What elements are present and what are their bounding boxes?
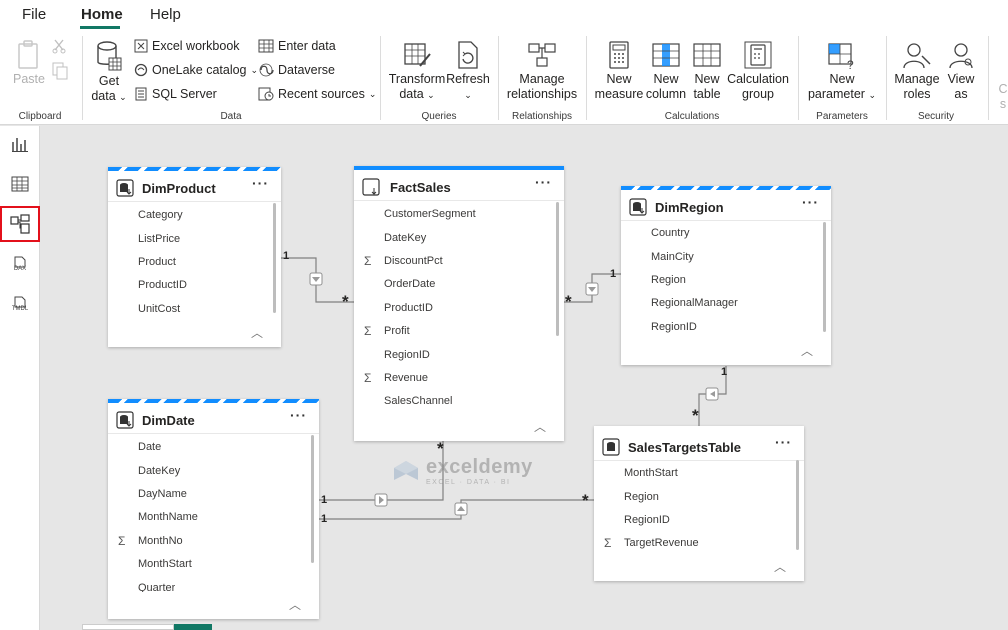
sigma-icon: Σ [364,324,372,338]
collapse-chevron-icon[interactable]: ︿ [289,596,301,613]
sigma-icon: Σ [364,371,372,385]
sigma-icon: Σ [118,534,126,548]
collapse-chevron-icon[interactable]: ︿ [801,342,813,359]
sigma-icon: Σ [604,536,612,550]
more-options-icon[interactable]: ··· [252,175,269,191]
table-card-factsales[interactable]: FactSales ··· CustomerSegment DateKey Σ … [354,166,564,441]
collapse-chevron-icon[interactable]: ︿ [774,558,786,575]
collapse-chevron-icon[interactable]: ︿ [251,324,263,341]
table-card-dimregion[interactable]: DimRegion ··· Country MainCity Region Re… [621,186,831,365]
field-item[interactable]: RegionID [651,321,697,333]
table-name: SalesTargetsTable [628,439,741,455]
field-item[interactable]: MonthStart [624,467,678,479]
field-item[interactable]: Category [138,209,183,221]
field-item[interactable]: ProductID [138,279,187,291]
field-item[interactable]: DiscountPct [384,255,443,267]
cardinality-many: * [582,491,589,510]
table-name: DimDate [142,412,195,428]
field-item[interactable]: ListPrice [138,233,180,245]
scrollbar[interactable] [311,435,314,563]
watermark: exceldemy EXCEL · DATA · BI [392,456,533,486]
collapse-chevron-icon[interactable]: ︿ [534,418,546,435]
exceldemy-logo-icon [394,461,418,480]
field-item[interactable]: RegionID [624,514,670,526]
table-icon [629,198,647,216]
scrollbar[interactable] [796,460,799,550]
add-page-tab[interactable] [174,624,212,630]
card-stripe [621,186,831,190]
card-stripe [108,167,281,171]
table-icon [602,438,620,456]
field-item[interactable]: Region [651,274,686,286]
table-card-dimdate[interactable]: DimDate ··· Date DateKey DayName MonthNa… [108,399,319,619]
divider [108,201,281,202]
table-card-dimproduct[interactable]: DimProduct ··· Category ListPrice Produc… [108,167,281,347]
field-item[interactable]: Country [651,227,690,239]
field-item[interactable]: Date [138,441,161,453]
field-item[interactable]: Product [138,256,176,268]
divider [354,200,564,201]
card-stripe [354,166,564,170]
cardinality-many: * [342,292,349,311]
field-item[interactable]: RegionID [384,349,430,361]
field-item[interactable]: MonthName [138,511,198,523]
field-item[interactable]: TargetRevenue [624,537,699,549]
field-item[interactable]: Revenue [384,372,428,384]
table-icon [116,179,134,197]
cardinality-one: 1 [321,494,328,506]
field-item[interactable]: DateKey [138,465,180,477]
cardinality-one: 1 [721,366,728,378]
card-stripe [108,399,319,403]
more-options-icon[interactable]: ··· [802,194,819,210]
table-icon [116,411,134,429]
scrollbar[interactable] [556,202,559,336]
scrollbar[interactable] [273,203,276,313]
field-item[interactable]: DateKey [384,232,426,244]
divider [594,460,804,461]
table-name: DimRegion [655,199,724,215]
field-item[interactable]: MonthStart [138,558,192,570]
field-item[interactable]: ProductID [384,302,433,314]
more-options-icon[interactable]: ··· [535,174,552,190]
page-tab[interactable] [82,624,174,630]
scrollbar[interactable] [823,222,826,332]
table-name: FactSales [390,179,451,195]
field-item[interactable]: RegionalManager [651,297,738,309]
field-item[interactable]: UnitCost [138,303,180,315]
cardinality-one: 1 [321,513,328,525]
table-card-salestargets[interactable]: SalesTargetsTable ··· MonthStart Region … [594,426,804,581]
field-item[interactable]: Quarter [138,582,175,592]
cardinality-one: 1 [610,268,617,280]
field-item[interactable]: DayName [138,488,187,500]
cardinality-many: * [692,406,699,425]
field-item[interactable]: MonthNo [138,535,183,547]
more-options-icon[interactable]: ··· [775,434,792,450]
field-item[interactable]: Region [624,491,659,503]
fact-table-icon [362,178,380,196]
field-item[interactable]: CustomerSegment [384,208,476,220]
sigma-icon: Σ [364,254,372,268]
divider [108,433,319,434]
more-options-icon[interactable]: ··· [290,407,307,423]
field-item[interactable]: MainCity [651,251,694,263]
watermark-subtitle: EXCEL · DATA · BI [426,479,511,486]
field-item[interactable]: OrderDate [384,278,435,290]
table-name: DimProduct [142,180,216,196]
watermark-title: exceldemy [426,456,533,478]
field-item[interactable]: Profit [384,325,410,337]
cardinality-one: 1 [283,250,290,262]
field-item[interactable]: SalesChannel [384,395,453,407]
divider [621,220,831,221]
cardinality-many: * [565,292,572,311]
